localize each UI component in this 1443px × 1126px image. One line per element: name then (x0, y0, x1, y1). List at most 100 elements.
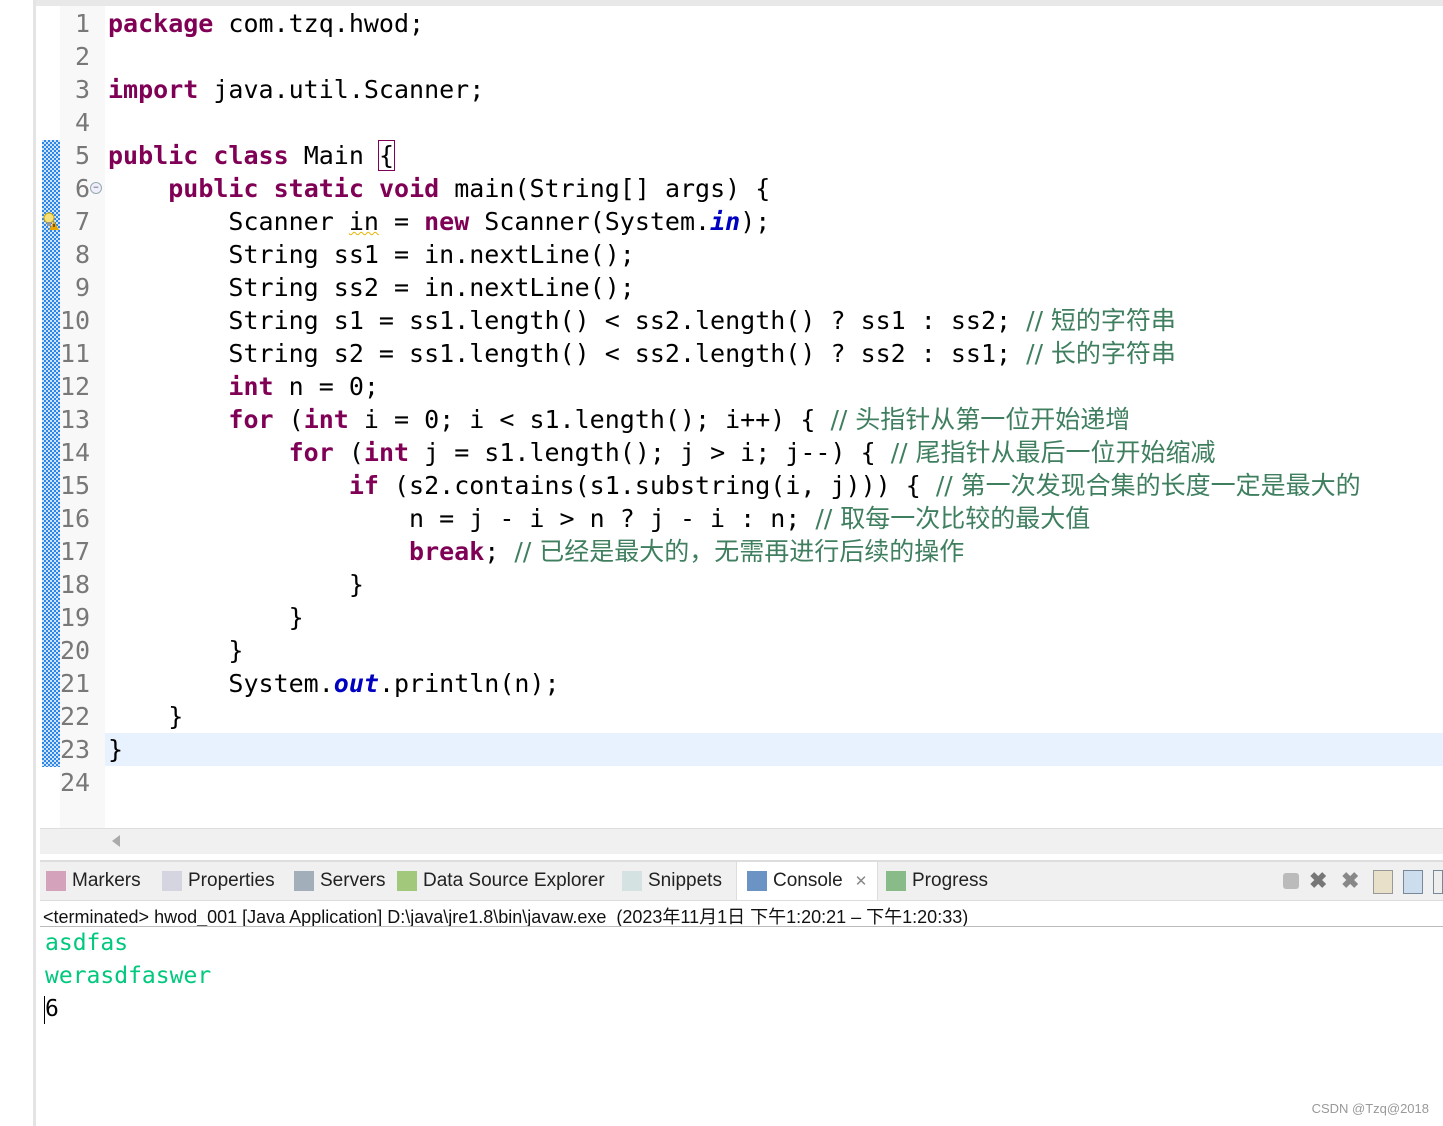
tab-servers[interactable]: Servers (294, 862, 385, 900)
code-line[interactable]: 1 package com.tzq.hwod; (60, 7, 1443, 40)
line-number: 17 (60, 537, 91, 566)
keyword: for (288, 438, 334, 467)
code-token: .println(n); (378, 669, 560, 698)
code-line[interactable]: 7 Scanner in = new Scanner(System.in); (60, 205, 1443, 238)
warning-token: in (348, 207, 379, 236)
tab-properties[interactable]: Properties (162, 862, 275, 900)
tab-console[interactable]: Console ✕ (736, 862, 879, 900)
code-text: } (108, 601, 304, 634)
comment: // 短的字符串 (1026, 306, 1176, 335)
scroll-lock-icon[interactable] (1403, 870, 1423, 894)
code-line[interactable]: 23} (60, 733, 1443, 766)
code-token: ; (484, 537, 515, 566)
line-number: 8 (74, 240, 90, 269)
line-number: 2 (74, 42, 90, 71)
code-line[interactable]: 20 } (60, 634, 1443, 667)
code-line[interactable]: 6− public static void main(String[] args… (60, 172, 1443, 205)
code-token: main(String[] args) { (439, 174, 771, 203)
code-line[interactable]: 2 (60, 40, 1443, 73)
line-number: 7 (74, 207, 90, 236)
warning-bulb-icon[interactable] (43, 212, 59, 230)
code-text: import java.util.Scanner; (108, 73, 484, 106)
code-line[interactable]: 17 break; // 已经是最大的，无需再进行后续的操作 (60, 535, 1443, 568)
change-ruler (42, 140, 60, 767)
fold-toggle-icon[interactable]: − (90, 182, 102, 194)
code-token: n = j - i > n ? j - i : n; (108, 504, 816, 533)
code-line[interactable]: 22 } (60, 700, 1443, 733)
code-line[interactable]: 14 for (int j = s1.length(); j > i; j--)… (60, 436, 1443, 469)
code-token: System. (108, 669, 334, 698)
code-text: Scanner in = new Scanner(System.in); (108, 205, 770, 238)
code-line[interactable]: 21 System.out.println(n); (60, 667, 1443, 700)
code-line[interactable]: 13 for (int i = 0; i < s1.length(); i++)… (60, 403, 1443, 436)
code-text: String s2 = ss1.length() < ss2.length() … (108, 337, 1176, 370)
scroll-left-icon[interactable] (112, 835, 120, 847)
remove-launch-icon[interactable]: ✖ (1309, 870, 1331, 892)
comment: // 长的字符串 (1026, 339, 1176, 368)
keyword: if (348, 471, 379, 500)
clear-console-icon[interactable] (1373, 870, 1393, 894)
code-text: } (108, 568, 364, 601)
code-line[interactable]: 24 (60, 766, 1443, 799)
tab-label: Console (773, 870, 843, 891)
line-number: 22 (60, 702, 91, 731)
code-token: i = 0; i < s1.length(); i++) { (348, 405, 831, 434)
keyword: int (363, 438, 410, 467)
tab-label: Properties (188, 870, 275, 891)
code-line[interactable]: 9 String ss2 = in.nextLine(); (60, 271, 1443, 304)
terminate-icon[interactable] (1283, 873, 1299, 889)
code-token: } (108, 636, 244, 665)
keyword: class (213, 141, 289, 170)
matching-bracket: { (377, 140, 396, 171)
code-line[interactable]: 8 String ss1 = in.nextLine(); (60, 238, 1443, 271)
left-strip (0, 0, 36, 1126)
code-line[interactable]: 15 if (s2.contains(s1.substring(i, j))) … (60, 469, 1443, 502)
code-line[interactable]: 4 (60, 106, 1443, 139)
console-output-line: 6 (45, 996, 59, 1022)
code-line[interactable]: 16 n = j - i > n ? j - i : n; // 取每一次比较的… (60, 502, 1443, 535)
horizontal-scrollbar[interactable] (40, 828, 1443, 854)
remove-all-terminated-icon[interactable]: ✖ (1341, 870, 1363, 892)
tab-snippets[interactable]: Snippets (622, 862, 722, 900)
keyword: import (108, 75, 199, 104)
markers-icon (46, 871, 66, 891)
code-line[interactable]: 10 String s1 = ss1.length() < ss2.length… (60, 304, 1443, 337)
code-line[interactable]: 18 } (60, 568, 1443, 601)
snippets-icon (622, 871, 642, 891)
code-line[interactable]: 5 public class Main { (60, 139, 1443, 172)
tab-data-source-explorer[interactable]: Data Source Explorer (397, 862, 605, 900)
code-token: (s2.contains(s1.substring(i, j))) { (378, 471, 936, 500)
code-line[interactable]: 11 String s2 = ss1.length() < ss2.length… (60, 337, 1443, 370)
line-number: 19 (60, 603, 91, 632)
console-output-line: werasdfaswer (45, 963, 212, 989)
divider (40, 926, 1443, 927)
servers-icon (294, 871, 314, 891)
comment: // 第一次发现合集的长度一定是最大的 (935, 471, 1361, 500)
watermark: CSDN @Tzq@2018 (1311, 1101, 1429, 1116)
line-number: 23 (60, 735, 91, 764)
code-text: public static void main(String[] args) { (108, 172, 770, 205)
word-wrap-icon[interactable] (1433, 870, 1443, 894)
code-text: for (int i = 0; i < s1.length(); i++) { … (108, 403, 1130, 436)
static-field: out (333, 669, 379, 698)
line-number: 14 (60, 438, 91, 467)
close-tab-icon[interactable]: ✕ (855, 872, 868, 890)
tab-progress[interactable]: Progress (886, 862, 988, 900)
data-source-icon (397, 871, 417, 891)
tab-markers[interactable]: Markers (46, 862, 141, 900)
code-text: for (int j = s1.length(); j > i; j--) { … (108, 436, 1216, 469)
code-line[interactable]: 3 import java.util.Scanner; (60, 73, 1443, 106)
code-line[interactable]: 12 int n = 0; (60, 370, 1443, 403)
code-line[interactable]: 19 } (60, 601, 1443, 634)
code-token: } (108, 735, 124, 764)
keyword: public (168, 174, 259, 203)
panel-tabs: Markers Properties Servers Data Source Expl… (40, 862, 1443, 901)
line-number: 6 (74, 174, 90, 203)
tab-label: Progress (912, 870, 989, 891)
